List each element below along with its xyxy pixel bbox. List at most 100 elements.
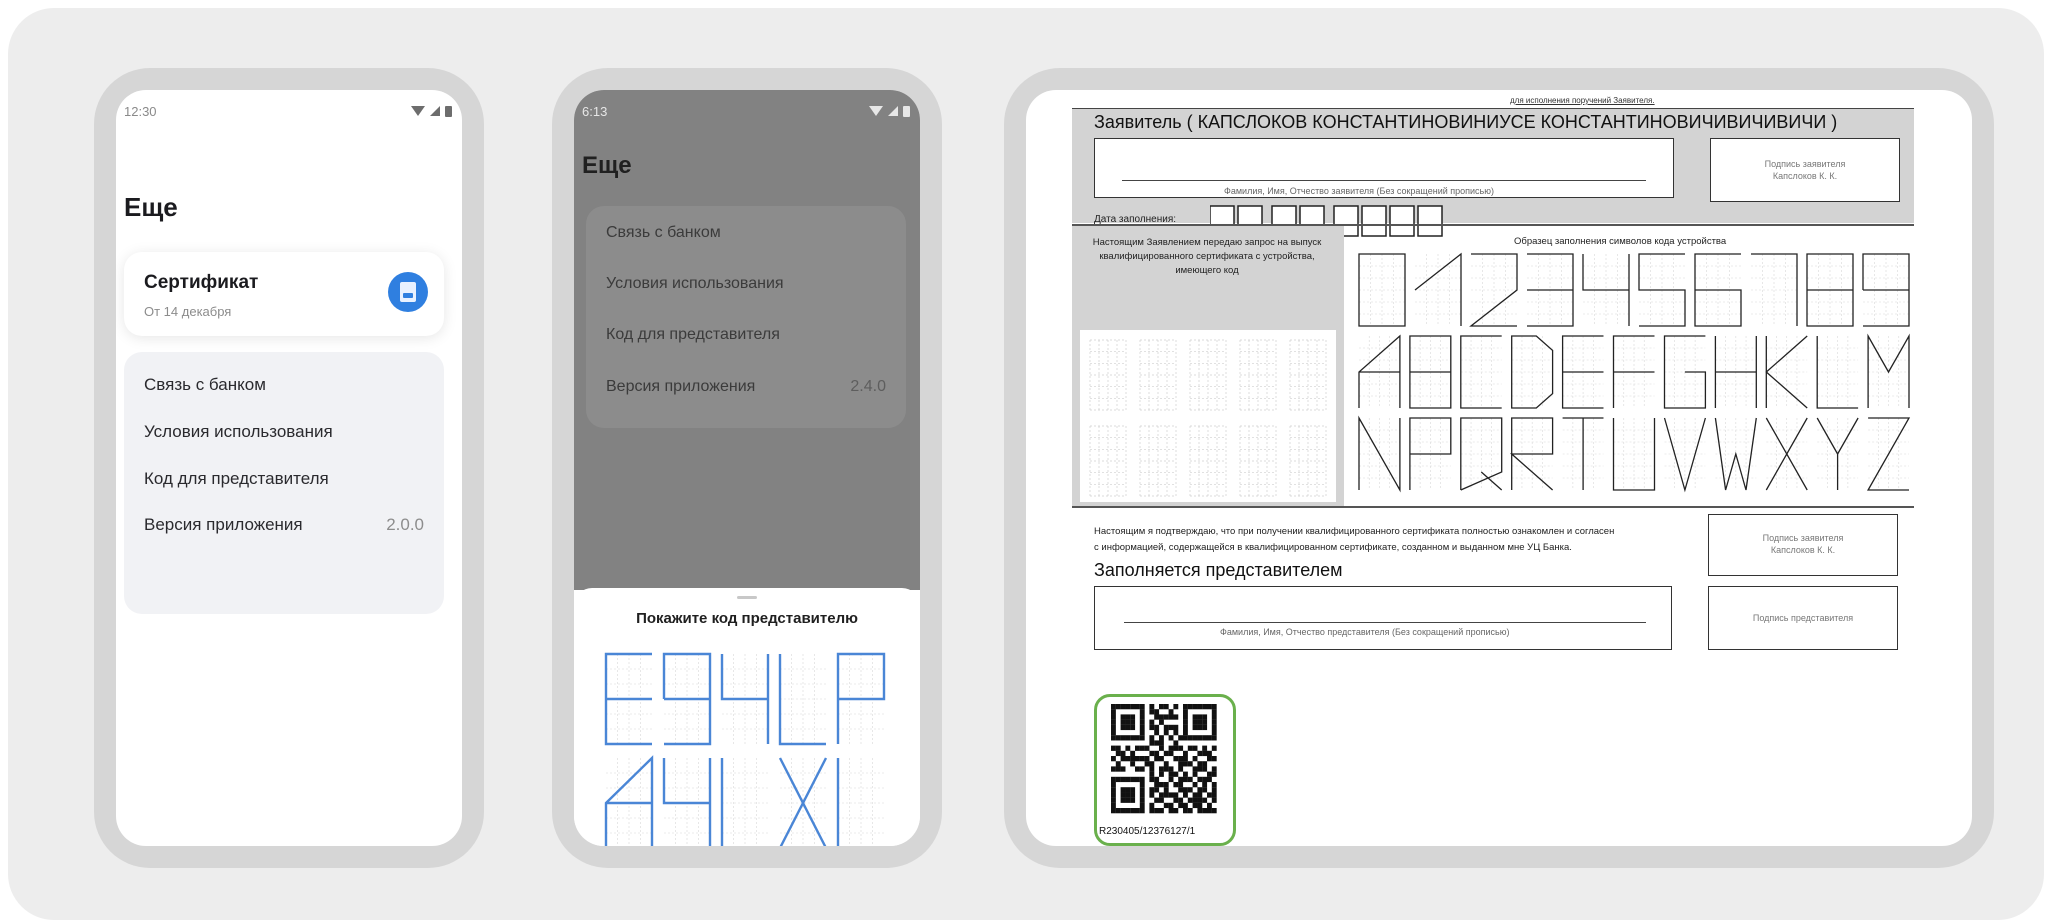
character-sample [1358, 252, 1911, 493]
qr-module [1120, 724, 1126, 731]
glyph-cell-sample-1-3 [1511, 335, 1554, 409]
name-line [1124, 622, 1646, 623]
qr-module [1111, 782, 1116, 788]
qr-module [1154, 808, 1160, 814]
qr-module [1111, 792, 1116, 798]
qr-module [1163, 704, 1169, 710]
qr-module [1159, 704, 1164, 710]
qr-module [1187, 797, 1193, 803]
menu-item-terms[interactable]: Условия использования [144, 417, 424, 447]
glyph-cell-code-1-3 [778, 757, 828, 846]
qr-module [1192, 802, 1198, 809]
qr-module [1192, 792, 1198, 798]
qr-module [1197, 792, 1203, 798]
qr-module [1149, 787, 1155, 793]
glyph-cell-sample-1-7 [1714, 336, 1757, 408]
certificate-date: От 14 декабря [144, 304, 232, 319]
glyph-cell-sample-1-8 [1765, 335, 1808, 409]
qr-module [1163, 782, 1169, 788]
qr-module [1178, 766, 1184, 772]
qr-module [1159, 719, 1164, 725]
name-line [1122, 180, 1646, 181]
qr-module [1144, 756, 1150, 762]
qr-module [1183, 735, 1188, 741]
application-form: для исполнения поручений Заявителя. Заяв… [1026, 90, 1972, 846]
menu-item-label: Код для представителя [144, 469, 329, 488]
sheet-drag-handle[interactable] [737, 596, 757, 599]
menu-item-representative-code[interactable]: Код для представителя [606, 320, 886, 350]
qr-module [1139, 776, 1145, 783]
qr-module [1111, 704, 1116, 710]
glyph-cell-sample-0-5 [1638, 253, 1686, 327]
qr-module [1202, 797, 1208, 803]
qr-module [1183, 730, 1188, 736]
qr-module [1183, 709, 1188, 715]
menu-item-bank-contact[interactable]: Связь с банком [606, 218, 886, 248]
glyph-cell-sample-1-0 [1358, 334, 1401, 408]
confirm-text-line-1: Настоящим я подтверждаю, что при получен… [1094, 526, 1615, 537]
menu-item-app-version[interactable]: Версия приложения 2.0.0 [144, 510, 424, 540]
qr-module [1154, 750, 1160, 757]
menu-item-terms[interactable]: Условия использования [606, 269, 886, 299]
qr-module [1111, 724, 1116, 731]
qr-module [1211, 787, 1217, 793]
qr-module [1173, 756, 1179, 762]
glyph-cell-sample-2-4 [1562, 417, 1604, 490]
qr-module [1168, 792, 1174, 798]
signal-icon [888, 106, 898, 116]
qr-module [1139, 704, 1145, 710]
glyph-cell-sample-0-1 [1414, 252, 1462, 326]
signature-caption: Подпись заявителя [1762, 533, 1844, 543]
qr-module [1211, 714, 1217, 720]
qr-module [1207, 750, 1212, 757]
qr-module [1168, 802, 1174, 809]
qr-module [1111, 756, 1116, 762]
phone-screen: 12:30 Еще Сертификат От 14 декабря Связь… [116, 90, 462, 846]
menu-item-bank-contact[interactable]: Связь с банком [144, 370, 424, 400]
pdf-document-icon[interactable] [388, 272, 428, 312]
qr-module [1120, 797, 1126, 803]
qr-module [1111, 714, 1116, 720]
qr-module [1139, 709, 1145, 715]
qr-module [1211, 766, 1217, 772]
menu-item-app-version[interactable]: Версия приложения 2.4.0 [606, 372, 886, 402]
code-entry-grid[interactable] [1080, 330, 1336, 502]
qr-module [1183, 792, 1188, 798]
qr-module [1197, 735, 1203, 741]
qr-module [1120, 792, 1126, 798]
glyph-cell-sample-2-2 [1460, 417, 1503, 491]
qr-module [1130, 704, 1136, 710]
dimmed-background[interactable]: 6:13 Еще Связь с банком Условия использо… [574, 90, 920, 590]
qr-module [1139, 766, 1145, 772]
qr-module [1149, 740, 1155, 746]
qr-module [1115, 704, 1121, 710]
qr-code-id: R230405/12376127/1 [1099, 826, 1196, 837]
qr-module [1139, 714, 1145, 720]
qr-module [1139, 730, 1145, 736]
qr-module [1135, 704, 1140, 710]
qr-module [1111, 808, 1116, 814]
qr-module [1115, 776, 1121, 783]
qr-module [1120, 766, 1126, 772]
qr-module [1183, 776, 1188, 783]
qr-module [1139, 808, 1145, 814]
qr-module [1187, 808, 1193, 814]
qr-code-highlight: R230405/12376127/1 [1094, 694, 1236, 846]
glyph-T [1562, 417, 1604, 490]
qr-module [1192, 745, 1198, 751]
qr-module [1125, 792, 1131, 798]
qr-module [1192, 782, 1198, 788]
menu-item-representative-code[interactable]: Код для представителя [144, 464, 424, 494]
menu-item-label: Условия использования [144, 422, 333, 441]
qr-module [1173, 704, 1179, 710]
qr-module [1207, 756, 1212, 762]
qr-module [1139, 792, 1145, 798]
qr-module [1149, 766, 1155, 772]
certificate-card[interactable]: Сертификат От 14 декабря [124, 252, 444, 336]
representative-name-field[interactable] [1094, 586, 1672, 650]
qr-module [1183, 761, 1188, 767]
representative-signature-label: Подпись представителя [1752, 613, 1854, 623]
qr-module [1159, 756, 1164, 762]
qr-module [1135, 776, 1140, 783]
qr-module [1168, 776, 1174, 783]
